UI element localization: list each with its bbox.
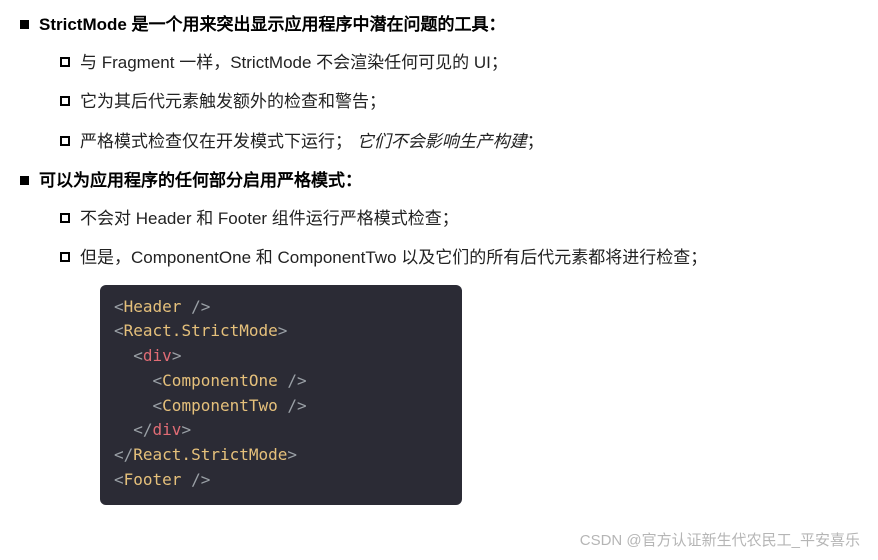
code-line: <React.StrictMode> xyxy=(114,319,448,344)
code-line: </div> xyxy=(114,418,448,443)
list-item: 严格模式检查仅在开发模式下运行； 它们不会影响生产构建； xyxy=(60,129,858,155)
code-token: React.StrictMode xyxy=(124,321,278,340)
hollow-square-icon xyxy=(60,252,70,262)
document-root: StrictMode 是一个用来突出显示应用程序中潜在问题的工具： 与 Frag… xyxy=(20,12,858,271)
code-token: > xyxy=(278,321,288,340)
code-line: <Footer /> xyxy=(114,468,448,493)
code-token: Footer xyxy=(124,470,182,489)
code-token: </ xyxy=(114,445,133,464)
item-text: 严格模式检查仅在开发模式下运行； 它们不会影响生产构建； xyxy=(80,129,544,155)
code-line: <div> xyxy=(114,344,448,369)
code-token: < xyxy=(114,470,124,489)
code-line: <ComponentOne /> xyxy=(114,369,448,394)
code-token: < xyxy=(114,346,143,365)
hollow-square-icon xyxy=(60,136,70,146)
section-1-items: 与 Fragment 一样，StrictMode 不会渲染任何可见的 UI； 它… xyxy=(60,50,858,155)
code-token: div xyxy=(143,346,172,365)
code-token: ComponentTwo xyxy=(162,396,278,415)
heading-text: StrictMode 是一个用来突出显示应用程序中潜在问题的工具： xyxy=(39,12,506,38)
code-token: < xyxy=(114,396,162,415)
item-text-tail: ； xyxy=(527,132,544,151)
item-text: 但是，ComponentOne 和 ComponentTwo 以及它们的所有后代… xyxy=(80,245,707,271)
code-line: <Header /> xyxy=(114,295,448,320)
code-token: < xyxy=(114,297,124,316)
code-line: </React.StrictMode> xyxy=(114,443,448,468)
code-token: > xyxy=(172,346,182,365)
list-item: 与 Fragment 一样，StrictMode 不会渲染任何可见的 UI； xyxy=(60,50,858,76)
list-item: 它为其后代元素触发额外的检查和警告； xyxy=(60,89,858,115)
code-token: > xyxy=(181,420,191,439)
code-token: /> xyxy=(278,396,307,415)
code-token: < xyxy=(114,371,162,390)
code-token: /> xyxy=(278,371,307,390)
code-token: /> xyxy=(181,470,210,489)
list-item: 不会对 Header 和 Footer 组件运行严格模式检查； xyxy=(60,206,858,232)
square-bullet-icon xyxy=(20,20,29,29)
item-text-plain: 严格模式检查仅在开发模式下运行； xyxy=(80,132,352,151)
code-token: React.StrictMode xyxy=(133,445,287,464)
hollow-square-icon xyxy=(60,57,70,67)
code-token: div xyxy=(153,420,182,439)
watermark-text: CSDN @官方认证新生代农民工_平安喜乐 xyxy=(580,530,860,553)
code-token: ComponentOne xyxy=(162,371,278,390)
section-2-heading: 可以为应用程序的任何部分启用严格模式： xyxy=(20,168,858,194)
item-text: 不会对 Header 和 Footer 组件运行严格模式检查； xyxy=(80,206,459,232)
code-token: Header xyxy=(124,297,182,316)
item-text: 与 Fragment 一样，StrictMode 不会渲染任何可见的 UI； xyxy=(80,50,508,76)
list-item: 但是，ComponentOne 和 ComponentTwo 以及它们的所有后代… xyxy=(60,245,858,271)
code-token: < xyxy=(114,321,124,340)
section-2-items: 不会对 Header 和 Footer 组件运行严格模式检查； 但是，Compo… xyxy=(60,206,858,271)
heading-text: 可以为应用程序的任何部分启用严格模式： xyxy=(39,168,362,194)
hollow-square-icon xyxy=(60,96,70,106)
code-line: <ComponentTwo /> xyxy=(114,394,448,419)
item-text: 它为其后代元素触发额外的检查和警告； xyxy=(80,89,386,115)
code-token: /> xyxy=(181,297,210,316)
code-token: > xyxy=(287,445,297,464)
hollow-square-icon xyxy=(60,213,70,223)
section-1-heading: StrictMode 是一个用来突出显示应用程序中潜在问题的工具： xyxy=(20,12,858,38)
code-token: </ xyxy=(114,420,153,439)
square-bullet-icon xyxy=(20,176,29,185)
item-text-italic: 它们不会影响生产构建 xyxy=(357,132,527,151)
code-block: <Header /><React.StrictMode> <div> <Comp… xyxy=(100,285,462,505)
